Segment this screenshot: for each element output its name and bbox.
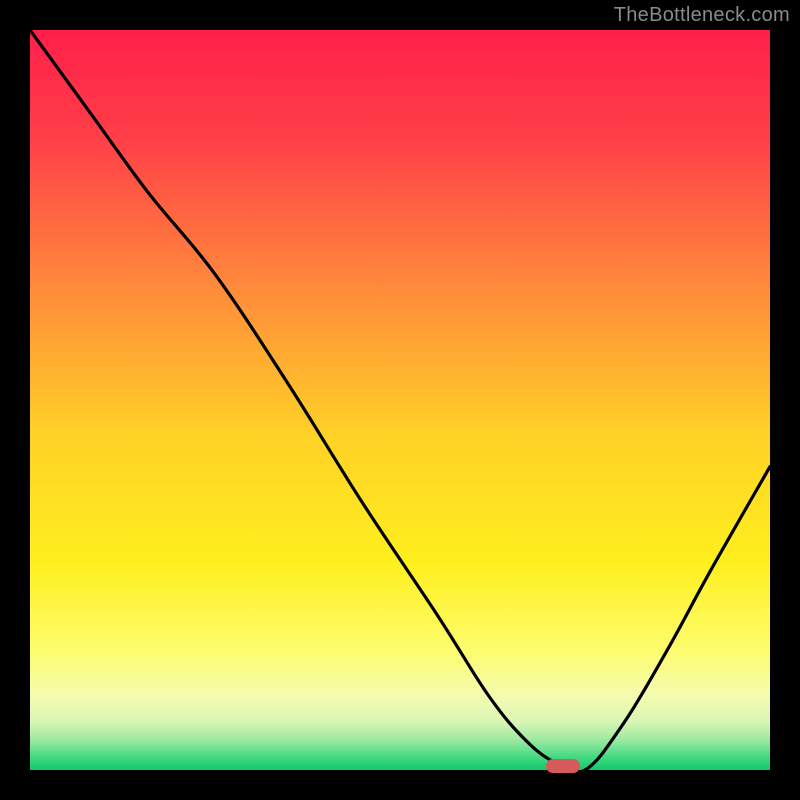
optimal-marker (546, 759, 580, 773)
bottleneck-curve (30, 30, 770, 770)
plot-area (30, 30, 770, 770)
watermark-text: TheBottleneck.com (614, 4, 790, 27)
chart-container: TheBottleneck.com (0, 0, 800, 800)
